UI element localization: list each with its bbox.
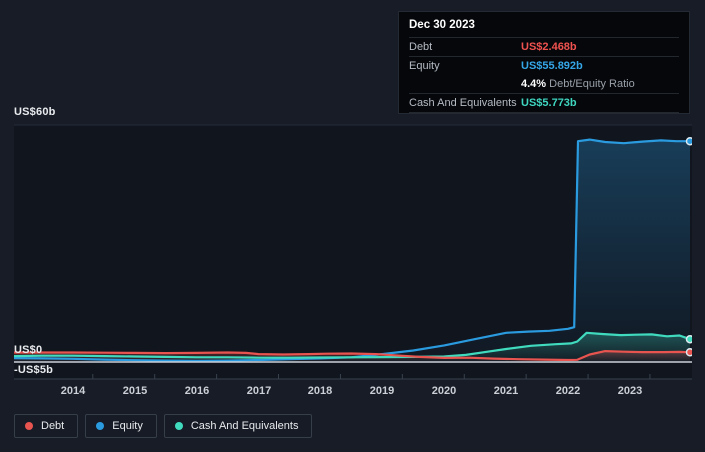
x-axis-label-2016: 2016 — [184, 385, 210, 397]
tooltip-equity-label: Equity — [409, 60, 440, 72]
legend-item-cash[interactable]: Cash And Equivalents — [163, 414, 313, 438]
tooltip-ratio-value: 4.4% Debt/Equity Ratio — [521, 78, 635, 90]
tooltip-equity-value: US$55.892b — [521, 60, 583, 72]
tooltip-row-debt: Debt US$2.468b — [409, 38, 679, 57]
cash-dot-icon — [174, 422, 183, 430]
x-axis-label-2019: 2019 — [369, 385, 395, 397]
tooltip-cash-value: US$5.773b — [521, 97, 577, 109]
x-axis-label-2017: 2017 — [246, 385, 272, 397]
legend-item-debt[interactable]: Debt — [14, 414, 79, 438]
x-axis-label-2014: 2014 — [60, 385, 86, 397]
legend-item-equity[interactable]: Equity — [85, 414, 157, 438]
tooltip-row-ratio: 4.4% Debt/Equity Ratio — [409, 75, 679, 94]
x-axis-label-2021: 2021 — [493, 385, 519, 397]
y-axis-label-0: US$0 — [14, 344, 43, 356]
chart-legend: Debt Equity Cash And Equivalents — [14, 414, 313, 438]
tooltip-cash-label: Cash And Equivalents — [409, 97, 517, 109]
tooltip-debt-label: Debt — [409, 41, 433, 53]
y-axis-label-neg5b: -US$5b — [14, 364, 54, 376]
tooltip-row-equity: Equity US$55.892b — [409, 57, 679, 75]
tooltip-debt-value: US$2.468b — [521, 41, 577, 53]
x-axis-label-2015: 2015 — [122, 385, 148, 397]
debt-dot-icon — [25, 422, 33, 430]
legend-cash-label: Cash And Equivalents — [190, 420, 299, 432]
x-axis-label-2018: 2018 — [307, 385, 333, 397]
balance-sheet-history-chart: US$60b US$0 -US$5b 2014 2015 2016 2017 2018 2… — [0, 0, 705, 452]
x-axis-label-2022: 2022 — [555, 385, 581, 397]
legend-equity-label: Equity — [112, 420, 143, 432]
tooltip: Dec 30 2023 Debt US$2.468b Equity US$55.… — [398, 11, 690, 114]
tooltip-row-cash: Cash And Equivalents US$5.773b — [409, 94, 679, 113]
legend-debt-label: Debt — [41, 420, 65, 432]
y-axis-label-60b: US$60b — [14, 106, 56, 118]
x-axis-label-2023: 2023 — [617, 385, 643, 397]
x-axis-label-2020: 2020 — [431, 385, 457, 397]
tooltip-date: Dec 30 2023 — [409, 12, 679, 38]
equity-dot-icon — [96, 422, 105, 430]
